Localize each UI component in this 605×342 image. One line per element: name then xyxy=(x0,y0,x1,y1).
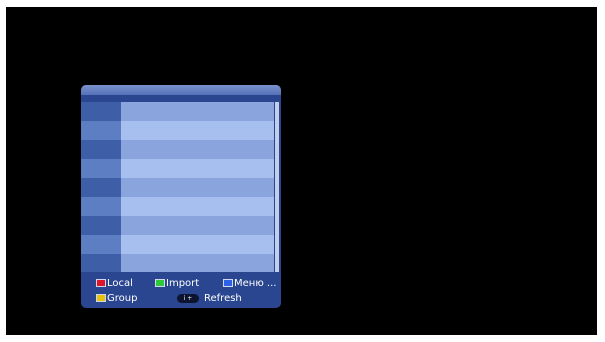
list-item-number xyxy=(81,121,121,140)
local-hint[interactable]: Local xyxy=(96,277,133,289)
list-item-number xyxy=(81,102,121,121)
panel-header xyxy=(81,85,281,95)
list-item-name xyxy=(121,254,274,272)
list-item-name xyxy=(121,159,274,178)
list-item-number xyxy=(81,159,121,178)
import-hint[interactable]: Import xyxy=(155,277,199,289)
list-item-name xyxy=(121,102,274,121)
color-key-legend: Local Import Меню ... Group i + Refresh xyxy=(81,277,281,308)
menu-hint[interactable]: Меню ... xyxy=(223,277,276,289)
list-item[interactable] xyxy=(81,178,274,197)
list-item-name xyxy=(121,216,274,235)
list-scrollbar[interactable] xyxy=(275,102,279,272)
list-item[interactable] xyxy=(81,140,274,159)
import-label: Import xyxy=(166,277,200,289)
list-item-name xyxy=(121,178,274,197)
refresh-hint[interactable]: i + Refresh xyxy=(177,292,242,304)
channel-list-panel: Local Import Меню ... Group i + Refresh xyxy=(81,85,281,308)
list-item-number xyxy=(81,254,121,272)
list-item-number xyxy=(81,178,121,197)
list-item[interactable] xyxy=(81,197,274,216)
scrollbar-thumb[interactable] xyxy=(275,102,279,272)
list-item-number xyxy=(81,197,121,216)
list-item[interactable] xyxy=(81,102,274,121)
group-label: Group xyxy=(107,292,138,304)
list-item-number xyxy=(81,216,121,235)
red-key-icon xyxy=(96,279,106,287)
tv-screen: Local Import Меню ... Group i + Refresh xyxy=(6,7,597,335)
list-item[interactable] xyxy=(81,216,274,235)
list-item-name xyxy=(121,235,274,254)
info-key-icon: i + xyxy=(177,293,199,303)
list-item-name xyxy=(121,197,274,216)
green-key-icon xyxy=(155,279,165,287)
list-item-number xyxy=(81,235,121,254)
yellow-key-icon xyxy=(96,294,106,302)
list-item[interactable] xyxy=(81,159,274,178)
refresh-label: Refresh xyxy=(204,292,242,304)
list-item[interactable] xyxy=(81,254,274,272)
channel-list xyxy=(81,102,274,272)
list-item-number xyxy=(81,140,121,159)
list-item[interactable] xyxy=(81,121,274,140)
menu-label: Меню ... xyxy=(234,277,277,289)
list-item-name xyxy=(121,140,274,159)
group-hint[interactable]: Group xyxy=(96,292,137,304)
list-item[interactable] xyxy=(81,235,274,254)
blue-key-icon xyxy=(223,279,233,287)
local-label: Local xyxy=(107,277,133,289)
list-item-name xyxy=(121,121,274,140)
